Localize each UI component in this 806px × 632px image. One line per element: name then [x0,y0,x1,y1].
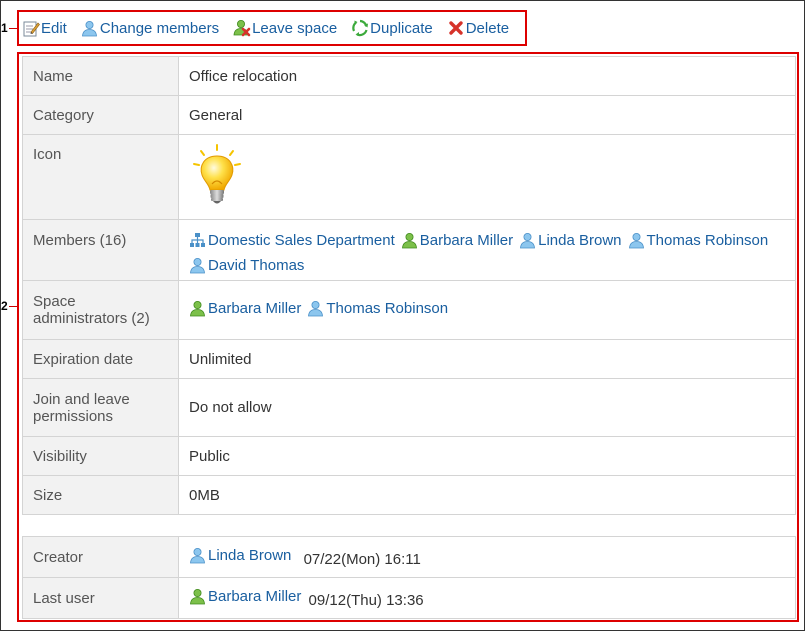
members-label: Members (16) [22,219,179,281]
user-icon [190,547,205,563]
name-value: Office relocation [178,56,796,96]
join-leave-label: Join and leave permissions [22,378,179,437]
size-value: 0MB [178,475,796,515]
row-members: Members (16) Domestic Sales Department Ba… [22,219,796,281]
size-label: Size [22,475,179,515]
row-category: Category General [22,95,796,135]
change-members-button[interactable]: Change members [81,19,219,37]
row-name: Name Office relocation [22,56,796,96]
organization-icon [189,232,208,249]
leave-space-label: Leave space [252,19,338,37]
member-name: Barbara Miller [419,232,514,249]
space-admin-name: Thomas Robinson [326,299,449,317]
leave-space-button[interactable]: Leave space [233,19,337,37]
edit-button[interactable]: Edit [22,19,67,37]
duplicate-button[interactable]: Duplicate [351,19,433,37]
row-last-user: Last user Barbara Miller 09/12(Thu) 13:3… [22,577,796,619]
edit-button-label: Edit [41,19,67,37]
space-admin-link[interactable]: Barbara Miller [189,300,301,317]
callout-line-2 [9,306,17,307]
creator-timestamp: 07/22(Mon) 16:11 [303,550,421,568]
member-name: David Thomas [208,257,305,274]
row-expiration: Expiration date Unlimited [22,339,796,379]
expiration-label: Expiration date [22,339,179,379]
delete-button[interactable]: Delete [447,19,509,37]
visibility-value: Public [178,436,796,476]
edit-icon [22,19,40,37]
last-user-name: Barbara Miller [208,587,302,605]
category-value: General [178,95,796,135]
delete-x-icon [447,19,465,37]
user-icon [81,19,99,37]
creator-user-link[interactable]: Linda Brown [189,547,291,564]
row-visibility: Visibility Public [22,436,796,476]
members-list: Domestic Sales Department Barbara Miller L… [189,227,785,280]
delete-label: Delete [465,19,510,37]
user-icon [189,257,208,274]
member-link[interactable]: Barbara Miller [401,230,513,251]
row-size: Size 0MB [22,475,796,515]
member-name: Thomas Robinson [646,232,769,249]
callout-line-1 [9,28,17,29]
join-leave-value: Do not allow [178,378,796,437]
leave-user-icon [233,19,251,37]
member-name: Linda Brown [538,232,622,249]
name-label: Name [22,56,179,96]
member-name: Domestic Sales Department [208,232,395,249]
last-user-timestamp: 09/12(Thu) 13:36 [308,591,424,609]
last-user-link[interactable]: Barbara Miller [189,588,301,605]
creator-label: Creator [22,536,179,578]
change-members-label: Change members [99,19,220,37]
row-space-admins: Space administrators (2) Barbara Miller T… [22,280,796,340]
icon-label: Icon [22,134,179,220]
visibility-label: Visibility [22,436,179,476]
admin-user-icon [189,300,208,317]
last-user-label: Last user [22,577,179,619]
user-icon [519,232,538,249]
user-icon [628,232,647,249]
member-link[interactable]: Linda Brown [519,230,622,251]
space-toolbar: Edit Change members Leave space Duplicat… [22,17,509,39]
row-join-leave: Join and leave permissions Do not allow [22,378,796,437]
callout-number-1: 1 [1,21,8,35]
admin-user-icon [401,232,420,249]
callout-number-2: 2 [1,299,8,313]
spacer-row [22,514,796,537]
member-link[interactable]: David Thomas [189,255,304,276]
space-admins-label: Space administrators (2) [22,280,179,340]
duplicate-label: Duplicate [370,19,433,37]
expiration-value: Unlimited [178,339,796,379]
member-link[interactable]: Domestic Sales Department [189,230,395,251]
space-details-table: Name Office relocation Category General … [22,56,796,619]
user-icon [307,300,326,317]
member-link[interactable]: Thomas Robinson [628,230,769,251]
space-admins-list: Barbara Miller Thomas Robinson [189,300,785,321]
space-admin-name: Barbara Miller [208,299,302,317]
space-admin-link[interactable]: Thomas Robinson [307,300,448,317]
row-creator: Creator Linda Brown 07/22(Mon) 16:11 [22,536,796,578]
row-icon: Icon [22,134,796,220]
recycle-icon [351,19,369,37]
admin-user-icon [190,588,205,604]
creator-user-name: Linda Brown [208,546,292,564]
lightbulb-icon [189,144,249,212]
category-label: Category [22,95,179,135]
